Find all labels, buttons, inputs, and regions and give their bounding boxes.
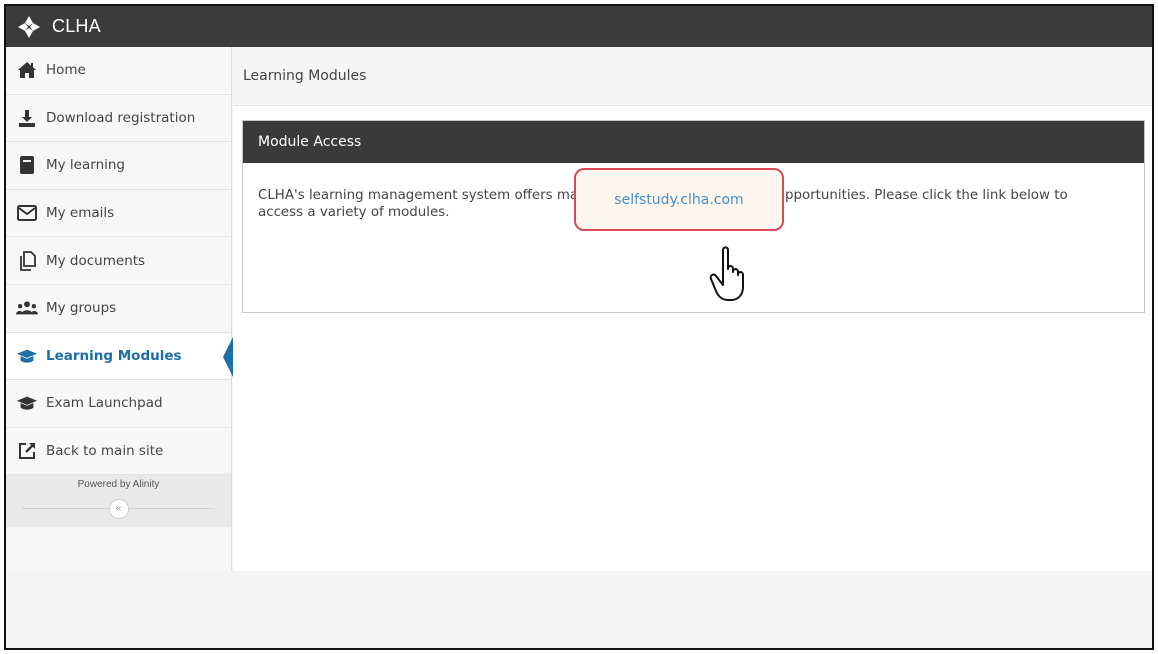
sidebar-item-my-documents[interactable]: My documents xyxy=(6,237,231,285)
sidebar-item-label: Home xyxy=(46,62,86,79)
sidebar-item-label: Download registration xyxy=(46,109,196,126)
sidebar-item-my-learning[interactable]: My learning xyxy=(6,142,231,190)
sidebar-nav: Home Download registration My learning M… xyxy=(6,47,233,571)
envelope-icon xyxy=(16,202,38,224)
download-icon xyxy=(16,107,38,129)
top-bar: CLHA xyxy=(6,6,1152,47)
home-icon xyxy=(16,59,38,81)
sidebar-item-label: My groups xyxy=(46,300,117,317)
collapse-sidebar-button[interactable]: « xyxy=(108,499,129,520)
powered-by-text: Powered by Alinity xyxy=(77,479,160,491)
page-title: Learning Modules xyxy=(233,47,1152,106)
sidebar-item-label: Learning Modules xyxy=(46,347,182,364)
main-content: Learning Modules Module Access CLHA's le… xyxy=(233,47,1152,571)
selfstudy-link[interactable]: selfstudy.clha.com xyxy=(614,192,743,208)
sidebar-item-exam-launchpad[interactable]: Exam Launchpad xyxy=(6,380,231,428)
sidebar-item-back-to-main-site[interactable]: Back to main site xyxy=(6,427,231,476)
sidebar-item-home[interactable]: Home xyxy=(6,47,231,95)
sidebar-item-label: My learning xyxy=(46,157,126,174)
panel-title: Module Access xyxy=(243,121,1144,163)
sidebar-item-label: My documents xyxy=(46,252,146,269)
sidebar-item-learning-modules[interactable]: Learning Modules xyxy=(6,332,233,381)
users-icon xyxy=(16,297,38,319)
clha-logo-icon[interactable] xyxy=(16,14,42,40)
sidebar-item-label: My emails xyxy=(46,205,115,222)
graduation-cap-icon xyxy=(16,345,38,367)
powered-by-section: Powered by Alinity « xyxy=(6,475,231,528)
app-title[interactable]: CLHA xyxy=(52,16,101,37)
sidebar-item-label: Exam Launchpad xyxy=(46,395,163,412)
graduation-cap-icon xyxy=(16,392,38,414)
documents-icon xyxy=(16,250,38,272)
app-window: CLHA Home Download registration My learn… xyxy=(4,4,1154,650)
book-icon xyxy=(16,154,38,176)
hand-pointer-icon xyxy=(709,246,744,301)
link-highlight-box: selfstudy.clha.com xyxy=(574,168,784,231)
sidebar-item-my-groups[interactable]: My groups xyxy=(6,284,231,333)
external-link-icon xyxy=(16,440,38,462)
sidebar-item-my-emails[interactable]: My emails xyxy=(6,189,231,238)
sidebar-item-download-registration[interactable]: Download registration xyxy=(6,94,231,143)
footer-area xyxy=(6,571,1152,648)
sidebar-item-label: Back to main site xyxy=(46,443,164,460)
